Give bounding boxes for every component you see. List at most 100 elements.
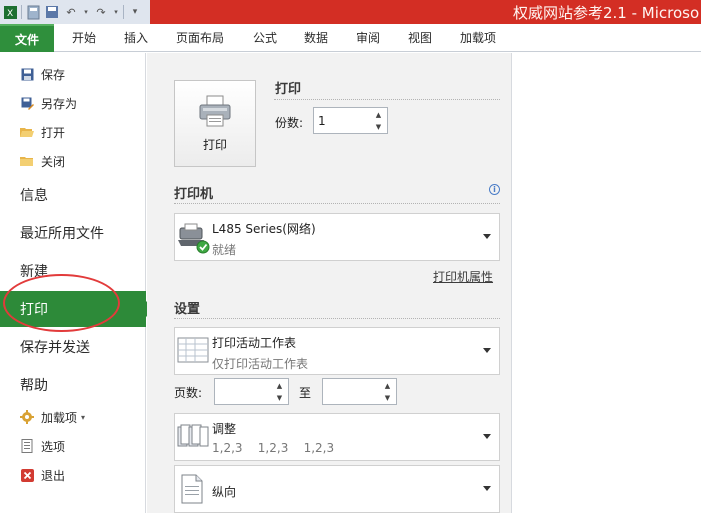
exit-icon: [20, 468, 34, 482]
print-button[interactable]: 打印: [174, 80, 256, 167]
nav-close[interactable]: 关闭: [0, 148, 146, 174]
options-document-icon: [20, 439, 34, 453]
undo-dropdown-icon[interactable]: ▾: [82, 4, 90, 20]
copies-value[interactable]: 1: [318, 114, 326, 128]
printer-ready-icon: [177, 222, 211, 257]
print-button-label: 打印: [202, 137, 227, 152]
spin-up-icon[interactable]: ▲: [376, 111, 381, 119]
collated-pages-icon: [177, 424, 209, 451]
tab-insert[interactable]: 插入: [114, 24, 158, 52]
quick-access-toolbar: X ↶ ▾ ↷ ▾ ▾: [0, 0, 150, 24]
pages-to-label: 至: [299, 386, 312, 400]
settings-section-divider: [174, 318, 500, 319]
nav-save-as[interactable]: 另存为: [0, 90, 146, 116]
nav-close-label: 关闭: [41, 154, 66, 169]
nav-info[interactable]: 信息: [0, 177, 146, 213]
spinner-arrows[interactable]: ▲ ▼: [275, 382, 284, 402]
tab-file[interactable]: 文件: [0, 24, 54, 52]
tab-data[interactable]: 数据: [294, 24, 338, 52]
customize-toolbar-icon[interactable]: ▾: [127, 4, 143, 20]
collate-dropdown[interactable]: 调整 1,2,3 1,2,3 1,2,3: [174, 413, 500, 461]
print-preview-area: [513, 53, 701, 513]
redo-dropdown-icon[interactable]: ▾: [112, 4, 120, 20]
orientation-value: 纵向: [212, 485, 237, 499]
undo-icon[interactable]: ↶: [63, 4, 79, 20]
svg-text:X: X: [7, 9, 13, 19]
info-icon[interactable]: i: [489, 184, 500, 195]
open-folder-icon: [20, 125, 34, 139]
nav-open-label: 打开: [41, 125, 66, 140]
chevron-down-icon: [483, 348, 491, 353]
print-scope-description: 仅打印活动工作表: [212, 357, 309, 371]
nav-new[interactable]: 新建: [0, 253, 146, 289]
settings-section-title: 设置: [174, 302, 201, 317]
nav-addins-label: 加载项: [41, 410, 78, 425]
spin-down-icon[interactable]: ▼: [277, 394, 282, 402]
print-scope-dropdown[interactable]: 打印活动工作表 仅打印活动工作表: [174, 327, 500, 375]
nav-save[interactable]: 保存: [0, 61, 146, 87]
print-scope-title: 打印活动工作表: [212, 336, 297, 350]
spin-up-icon[interactable]: ▲: [385, 382, 390, 390]
nav-help[interactable]: 帮助: [0, 367, 146, 403]
nav-exit-label: 退出: [41, 468, 66, 483]
nav-save-label: 保存: [41, 67, 66, 82]
window-title: 权威网站参考2.1 - Microso: [513, 4, 700, 22]
print-panel: 打印 打印 份数: 1 ▲ ▼ 打印机 i L485 Series(网络) 就绪…: [147, 53, 512, 513]
nav-addins[interactable]: 加载项 ▾: [0, 404, 146, 430]
chevron-down-icon: ▾: [81, 412, 86, 422]
spin-up-icon[interactable]: ▲: [277, 382, 282, 390]
ribbon-tabs: 文件 开始 插入 页面布局 公式 数据 审阅 视图 加载项: [0, 24, 701, 52]
portrait-page-icon: [181, 474, 203, 507]
chevron-down-icon: [483, 486, 491, 491]
toolbar-separator: [21, 5, 22, 19]
nav-print[interactable]: 打印: [0, 291, 154, 327]
pages-from-spinner[interactable]: ▲ ▼: [214, 378, 289, 405]
printer-status: 就绪: [212, 243, 237, 257]
copies-spinner[interactable]: 1 ▲ ▼: [313, 107, 388, 134]
nav-options-label: 选项: [41, 439, 66, 454]
tab-addins[interactable]: 加载项: [450, 24, 506, 52]
toolbar-separator: [123, 5, 124, 19]
addins-gear-icon: [20, 410, 34, 424]
nav-options[interactable]: 选项: [0, 433, 146, 459]
collate-description: 1,2,3 1,2,3 1,2,3: [212, 441, 335, 455]
calculator-icon[interactable]: [25, 4, 41, 20]
close-folder-icon: [20, 154, 34, 168]
printer-properties-link[interactable]: 打印机属性: [433, 268, 493, 285]
nav-save-send[interactable]: 保存并发送: [0, 329, 146, 365]
tab-view[interactable]: 视图: [398, 24, 442, 52]
save-as-icon: [20, 96, 34, 110]
chevron-down-icon: [483, 434, 491, 439]
chevron-down-icon: [483, 234, 491, 239]
spinner-arrows[interactable]: ▲ ▼: [383, 382, 392, 402]
copies-label: 份数:: [275, 116, 304, 130]
print-section-divider: [274, 99, 500, 100]
backstage-nav: 保存 另存为 打开 关闭 信息 最近所用文件 新建 打印 保存并发送 帮助 加载…: [0, 53, 154, 513]
worksheet-grid-icon: [177, 337, 209, 366]
nav-open[interactable]: 打开: [0, 119, 146, 145]
tab-review[interactable]: 审阅: [346, 24, 390, 52]
redo-icon[interactable]: ↷: [93, 4, 109, 20]
tab-formulas[interactable]: 公式: [243, 24, 287, 52]
save-icon: [20, 67, 34, 81]
pages-label: 页数:: [174, 386, 203, 400]
tab-page-layout[interactable]: 页面布局: [168, 24, 232, 52]
pages-to-spinner[interactable]: ▲ ▼: [322, 378, 397, 405]
printer-section-divider: [174, 203, 500, 204]
printer-icon: [198, 95, 232, 130]
nav-save-as-label: 另存为: [41, 96, 78, 111]
print-section-title: 打印: [275, 82, 302, 97]
printer-name: L485 Series(网络): [212, 222, 316, 236]
collate-title: 调整: [212, 422, 237, 436]
spin-down-icon[interactable]: ▼: [385, 394, 390, 402]
excel-app-icon[interactable]: X: [2, 4, 18, 20]
spinner-arrows[interactable]: ▲ ▼: [374, 111, 383, 131]
spin-down-icon[interactable]: ▼: [376, 123, 381, 131]
save-icon[interactable]: [44, 4, 60, 20]
title-bar: X ↶ ▾ ↷ ▾ ▾ 权威网站参考2.1 - Microso: [0, 0, 701, 24]
nav-recent[interactable]: 最近所用文件: [0, 215, 146, 251]
nav-exit[interactable]: 退出: [0, 462, 146, 488]
printer-dropdown[interactable]: L485 Series(网络) 就绪: [174, 213, 500, 261]
tab-home[interactable]: 开始: [62, 24, 106, 52]
orientation-dropdown[interactable]: 纵向: [174, 465, 500, 513]
